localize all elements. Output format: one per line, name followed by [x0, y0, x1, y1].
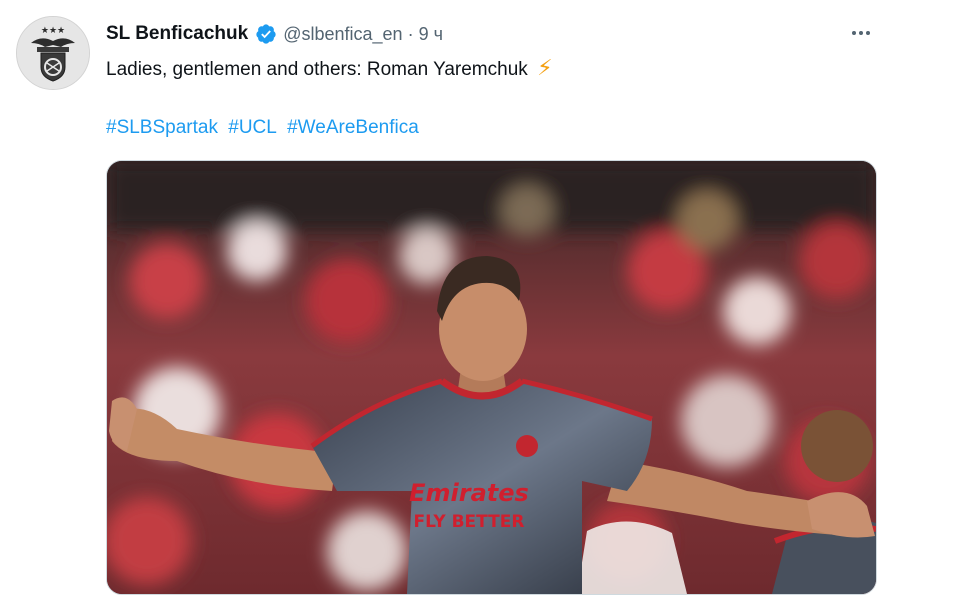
lightning-emoji: ⚡: [537, 55, 553, 80]
author-name[interactable]: SL Benficachuk: [106, 23, 248, 45]
hashtag-link[interactable]: #SLBSpartak: [106, 117, 218, 138]
tweet-hashtags: #SLBSpartak #UCL #WeAreBenfica: [106, 116, 424, 140]
author-handle[interactable]: @slbenfica_en: [283, 24, 402, 45]
tweet-header: SL Benficachuk @slbenfica_en · 9 ч: [106, 20, 443, 48]
tweet-timestamp[interactable]: 9 ч: [419, 24, 443, 45]
verified-badge-icon: [256, 24, 276, 44]
tweet-card[interactable]: ★★★ SL Benficachuk @slbenfica_en · 9 ч L…: [0, 0, 956, 615]
hashtag-link[interactable]: #UCL: [228, 117, 277, 138]
shirt-sponsor-slogan: FLY BETTER: [414, 512, 525, 532]
more-options-button[interactable]: [846, 20, 876, 46]
benfica-crest-icon: ★★★: [17, 17, 89, 89]
svg-text:★★★: ★★★: [41, 26, 65, 36]
header-separator: ·: [407, 23, 414, 44]
photo-player-celebrating: Emirates FLY BETTER: [107, 161, 876, 594]
tweet-photo[interactable]: Emirates FLY BETTER: [106, 160, 877, 595]
shirt-sponsor-text: Emirates: [409, 479, 529, 507]
hashtag-link[interactable]: #WeAreBenfica: [287, 117, 419, 138]
author-avatar[interactable]: ★★★: [16, 16, 90, 90]
tweet-text-body: Ladies, gentlemen and others: Roman Yare…: [106, 59, 528, 80]
tweet-text: Ladies, gentlemen and others: Roman Yare…: [106, 56, 553, 82]
more-options-icon: [852, 31, 856, 35]
